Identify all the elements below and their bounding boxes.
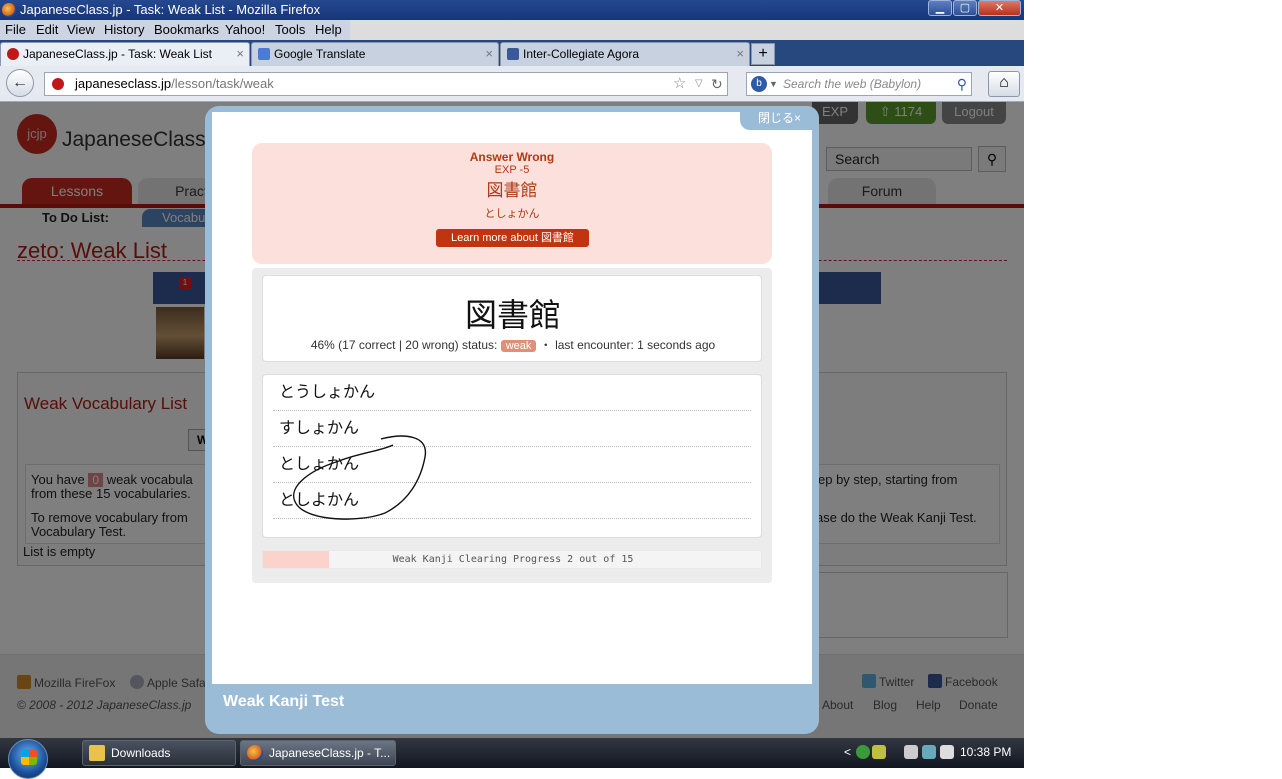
system-tray: < 10:38 PM (840, 738, 1024, 768)
quiz-box: 図書館 46% (17 correct | 20 wrong) status: … (252, 268, 772, 583)
menu-tools[interactable]: Tools (275, 22, 305, 37)
result-kanji: 図書館 (486, 181, 538, 200)
result-title: Answer Wrong (469, 150, 555, 164)
search-placeholder: Search the web (Babylon) (783, 77, 922, 91)
answer-choices: とうしょかん すしょかん としょかん としよかん (262, 374, 762, 538)
new-tab-button[interactable]: + (751, 43, 775, 65)
navigation-bar: ← japaneseclass.jp/lesson/task/weak ☆ ▽ … (0, 66, 1024, 102)
url-path: /lesson/task/weak (171, 76, 274, 91)
back-button[interactable]: ← (6, 69, 34, 97)
tray-app-icon[interactable] (872, 745, 886, 759)
tab-label: Google Translate (274, 47, 366, 61)
windows-taskbar: Downloads JapaneseClass.jp - T... < 10:3… (0, 738, 1024, 779)
status-badge: weak (500, 340, 537, 352)
close-window-button[interactable]: ✕ (978, 0, 1021, 16)
menu-file[interactable]: File (5, 22, 26, 37)
tab-label: Inter-Collegiate Agora (523, 47, 640, 61)
menu-help[interactable]: Help (315, 22, 342, 37)
home-icon: ⌂ (999, 74, 1009, 91)
menu-history[interactable]: History (104, 22, 144, 37)
window-title: JapaneseClass.jp - Task: Weak List - Moz… (20, 2, 321, 17)
tray-expand-icon[interactable]: < (844, 745, 851, 759)
power-icon[interactable] (904, 745, 918, 759)
windows-logo-icon (21, 749, 37, 765)
tab-close-icon[interactable]: × (236, 43, 244, 65)
question-card: 図書館 46% (17 correct | 20 wrong) status: … (262, 275, 762, 362)
babylon-icon[interactable]: b (751, 76, 767, 92)
facebook-icon (507, 48, 519, 60)
last-encounter: ・ last encounter: 1 seconds ago (539, 338, 716, 352)
search-engine-dropdown-icon[interactable]: ▼ (769, 73, 778, 95)
taskbar-firefox[interactable]: JapaneseClass.jp - T... (240, 740, 396, 766)
modal-body: Answer Wrong EXP -5 図書館 としょかん Learn more… (212, 112, 812, 684)
modal-footer-title: Weak Kanji Test (223, 693, 345, 710)
question-stats: 46% (17 correct | 20 wrong) status: weak… (263, 336, 763, 353)
bookmark-star-icon[interactable]: ☆ (673, 73, 686, 95)
minimize-button[interactable]: ▁ (928, 0, 952, 16)
taskbar-label: Downloads (111, 746, 171, 760)
url-text: japaneseclass.jp/lesson/task/weak (75, 73, 274, 95)
firefox-window: JapaneseClass.jp - Task: Weak List - Moz… (0, 0, 1024, 738)
folder-icon (89, 745, 105, 761)
site-favicon (52, 78, 64, 90)
tab-inter-collegiate-agora[interactable]: Inter-Collegiate Agora × (500, 42, 750, 66)
menu-bar: File Edit View History Bookmarks Yahoo! … (0, 20, 350, 40)
tab-bar: JapaneseClass.jp - Task: Weak List × Goo… (0, 40, 1024, 66)
taskbar-label: JapaneseClass.jp - T... (269, 746, 391, 760)
title-bar: JapaneseClass.jp - Task: Weak List - Moz… (0, 0, 1024, 20)
url-dropdown-icon[interactable]: ▽ (695, 73, 703, 95)
google-translate-icon (258, 48, 270, 60)
tab-close-icon[interactable]: × (485, 43, 493, 65)
home-button[interactable]: ⌂ (988, 71, 1020, 97)
tab-google-translate[interactable]: Google Translate × (251, 42, 499, 66)
maximize-button[interactable]: ▢ (953, 0, 977, 16)
menu-edit[interactable]: Edit (36, 22, 58, 37)
web-search-box[interactable]: b ▼ Search the web (Babylon) ⚲ (746, 72, 972, 96)
progress-bar: Weak Kanji Clearing Progress 2 out of 15 (262, 550, 762, 569)
network-icon[interactable] (922, 745, 936, 759)
menu-bookmarks[interactable]: Bookmarks (154, 22, 219, 37)
progress-text: Weak Kanji Clearing Progress 2 out of 15 (392, 554, 634, 565)
volume-icon[interactable] (940, 745, 954, 759)
url-domain: japaneseclass.jp (75, 76, 172, 91)
firefox-icon (247, 745, 263, 761)
reload-icon[interactable]: ↻ (711, 73, 723, 95)
search-icon[interactable]: ⚲ (957, 73, 967, 95)
tab-label: JapaneseClass.jp - Task: Weak List (23, 47, 212, 61)
clock[interactable]: 10:38 PM (960, 745, 1011, 759)
firefox-icon (2, 3, 16, 17)
taskbar-downloads[interactable]: Downloads (82, 740, 236, 766)
start-button[interactable] (8, 739, 48, 779)
menu-yahoo[interactable]: Yahoo! (225, 22, 265, 37)
japaneseclass-favicon (7, 48, 19, 60)
tab-japaneseclass[interactable]: JapaneseClass.jp - Task: Weak List × (0, 42, 250, 66)
modal-close-button[interactable]: 閉じる× (740, 106, 819, 130)
stats-text: 46% (17 correct | 20 wrong) status: (310, 338, 498, 352)
utorrent-icon[interactable] (856, 745, 870, 759)
result-exp: EXP -5 (494, 164, 530, 176)
learn-more-button[interactable]: Learn more about 図書館 (436, 229, 589, 247)
back-arrow-icon: ← (12, 74, 28, 91)
result-reading: としょかん (484, 208, 540, 220)
url-bar[interactable]: japaneseclass.jp/lesson/task/weak ☆ ▽ ↻ (44, 72, 728, 96)
answer-option-1[interactable]: とうしょかん (273, 375, 751, 411)
tab-close-icon[interactable]: × (736, 43, 744, 65)
weak-kanji-test-modal: Answer Wrong EXP -5 図書館 としょかん Learn more… (205, 106, 819, 734)
question-kanji: 図書館 (464, 297, 561, 333)
menu-view[interactable]: View (67, 22, 95, 37)
hand-drawn-circle-annotation (292, 435, 427, 520)
